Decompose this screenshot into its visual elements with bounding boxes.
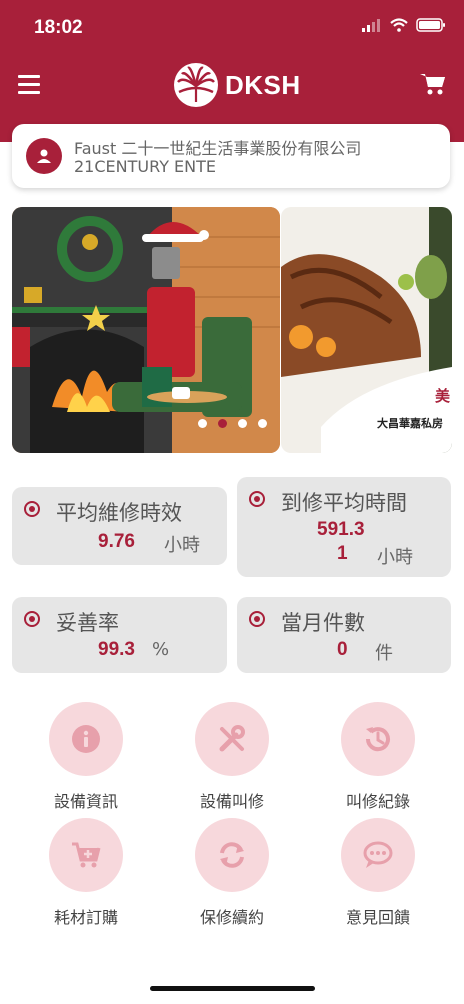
menu-label: 設備叫修 (199, 792, 264, 811)
carousel-slide-food[interactable]: 美 大昌華嘉私房 (281, 207, 452, 453)
stat-unit: 小時 (164, 535, 200, 556)
menu-label: 叫修紀錄 (345, 792, 410, 811)
brand-logo: DKSH (173, 62, 301, 108)
brand-name: DKSH (225, 69, 301, 100)
stat-card-avg-arrival-time: 到修平均時間 591.3 1 小時 (237, 477, 451, 577)
carousel-dot[interactable] (238, 419, 247, 428)
signal-icon (362, 19, 380, 32)
stat-value: 0 (337, 639, 348, 660)
carousel-dot-active[interactable] (218, 419, 227, 428)
target-icon (249, 491, 265, 507)
menu-label: 保修續約 (199, 908, 264, 927)
carousel-dot[interactable] (258, 419, 267, 428)
status-time: 18:02 (34, 17, 83, 38)
menu-label: 耗材訂購 (53, 908, 118, 927)
menu-feedback[interactable]: 意見回饋 (323, 818, 433, 928)
info-icon (49, 702, 123, 776)
menu-repair-history[interactable]: 叫修紀錄 (323, 702, 433, 812)
stat-label: 到修平均時間 (281, 491, 407, 515)
chat-icon (341, 818, 415, 892)
history-icon (341, 702, 415, 776)
target-icon (249, 611, 265, 627)
target-icon (24, 501, 40, 517)
company-name: Faust 二十一世紀生活事業股份有限公司 (74, 139, 362, 158)
hamburger-icon[interactable] (18, 75, 40, 95)
stat-unit: 件 (375, 643, 393, 664)
promo-carousel[interactable]: 美 大昌華嘉私房 (12, 207, 452, 453)
stat-label: 平均維修時效 (56, 501, 182, 525)
home-indicator[interactable] (150, 986, 315, 991)
app-header: 18:02 DKSH (0, 0, 464, 142)
stat-value: 99.3 (98, 639, 135, 660)
christmas-grinder-image (12, 207, 280, 453)
slide-title: 美 (435, 387, 451, 405)
carousel-dot[interactable] (198, 419, 207, 428)
cart-plus-icon (49, 818, 123, 892)
menu-label: 意見回饋 (345, 908, 410, 927)
stat-label: 當月件數 (281, 611, 365, 635)
stat-card-availability: 妥善率 99.3 % (12, 597, 227, 673)
menu-equipment-info[interactable]: 設備資訊 (31, 702, 141, 812)
menu-consumables-order[interactable]: 耗材訂購 (31, 818, 141, 928)
menu-equipment-repair[interactable]: 設備叫修 (177, 702, 287, 812)
cart-icon[interactable] (420, 72, 446, 96)
tools-icon (195, 702, 269, 776)
wifi-icon (390, 18, 408, 32)
user-icon (26, 138, 62, 174)
menu-label: 設備資訊 (53, 792, 118, 811)
stat-value-cont: 1 (337, 543, 348, 564)
stat-label: 妥善率 (56, 611, 119, 635)
company-subtitle: 21CENTURY ENTE (74, 157, 217, 176)
dksh-emblem-icon (174, 63, 218, 107)
refresh-icon (195, 818, 269, 892)
status-icons (362, 18, 446, 32)
slide-caption: 大昌華嘉私房 (377, 417, 443, 430)
stat-card-avg-repair-time: 平均維修時效 9.76 小時 (12, 487, 227, 565)
stat-value: 9.76 (98, 531, 135, 552)
stat-card-monthly-count: 當月件數 0 件 (237, 597, 451, 673)
stat-unit: 小時 (377, 547, 413, 568)
menu-warranty-renewal[interactable]: 保修續約 (177, 818, 287, 928)
stat-value: 591.3 (317, 519, 365, 540)
target-icon (24, 611, 40, 627)
stat-unit: % (152, 639, 170, 660)
carousel-dots (198, 419, 267, 428)
carousel-slide-christmas[interactable] (12, 207, 280, 453)
battery-icon (416, 18, 445, 32)
company-selector[interactable]: Faust 二十一世紀生活事業股份有限公司 21CENTURY ENTE (12, 124, 450, 188)
